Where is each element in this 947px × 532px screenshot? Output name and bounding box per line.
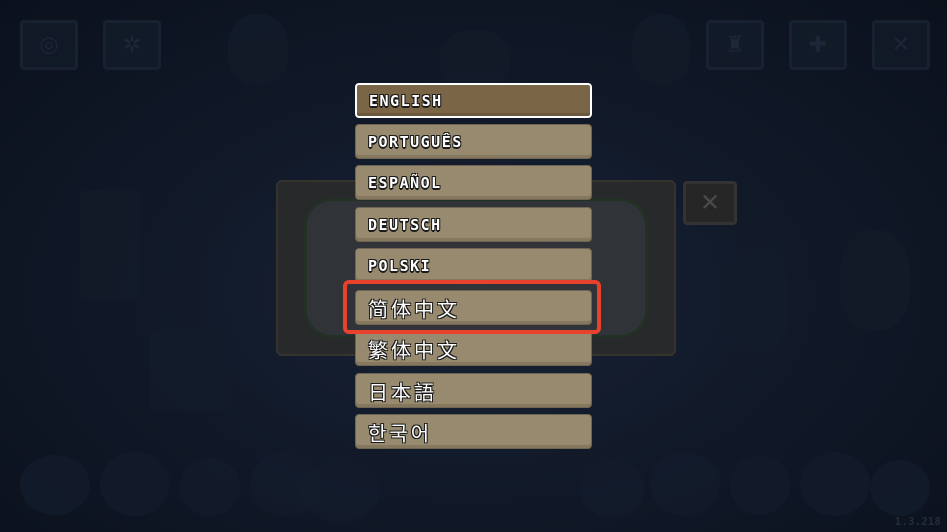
language-option-portuguese[interactable]: Português <box>355 124 592 159</box>
close-icon: ✕ <box>872 20 930 70</box>
background-building <box>150 330 230 410</box>
controller-icon: ◎ <box>20 20 78 70</box>
language-option-simplified-chinese[interactable]: 简体中文 <box>355 290 592 325</box>
language-option-label: 日本語 <box>368 380 437 404</box>
background-character <box>100 452 170 516</box>
language-option-korean[interactable]: 한국어 <box>355 414 592 449</box>
close-icon: ✕ <box>699 188 721 217</box>
background-character <box>840 230 910 330</box>
background-character <box>228 14 288 84</box>
language-option-spanish[interactable]: Español <box>355 165 592 200</box>
background-character <box>870 460 930 516</box>
language-option-traditional-chinese[interactable]: 繁体中文 <box>355 331 592 366</box>
language-option-japanese[interactable]: 日本語 <box>355 373 592 408</box>
background-character <box>800 452 870 516</box>
language-option-english[interactable]: English <box>355 83 592 118</box>
background-character <box>720 250 790 350</box>
trophy-icon: ♜ <box>706 20 764 70</box>
language-option-label: Polski <box>368 256 432 275</box>
background-character <box>300 462 380 522</box>
gear-icon: ✲ <box>103 20 161 70</box>
background-character <box>580 460 644 518</box>
game-screen: ◎ ✲ ♜ ✚ ✕ ✕ English Português Español De… <box>0 0 947 532</box>
language-option-label: Deutsch <box>368 215 442 234</box>
language-option-label: English <box>369 91 443 110</box>
version-label: 1.3.218 <box>894 515 941 528</box>
language-option-polish[interactable]: Polski <box>355 248 592 283</box>
background-building <box>80 190 140 300</box>
background-character <box>180 458 240 516</box>
panel-close-button[interactable]: ✕ <box>683 181 737 225</box>
language-option-label: 繁体中文 <box>368 338 460 362</box>
background-character <box>20 455 90 515</box>
background-character <box>632 14 690 84</box>
language-option-label: Español <box>368 173 442 192</box>
language-option-label: Português <box>368 132 463 151</box>
language-option-label: 한국어 <box>368 421 433 445</box>
background-character <box>730 455 790 515</box>
dpad-icon: ✚ <box>789 20 847 70</box>
background-character <box>440 30 510 90</box>
language-option-german[interactable]: Deutsch <box>355 207 592 242</box>
background-character <box>650 452 720 516</box>
language-option-label: 简体中文 <box>368 297 460 321</box>
